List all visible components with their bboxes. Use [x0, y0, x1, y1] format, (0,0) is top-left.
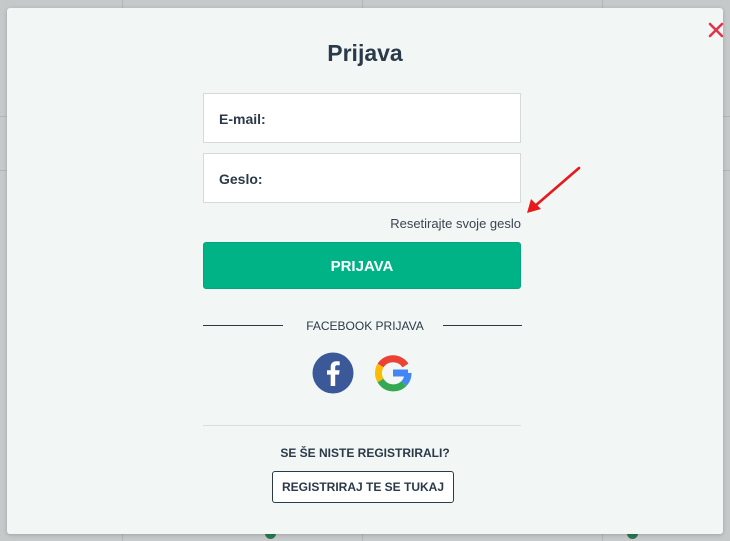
- password-field[interactable]: Geslo:: [203, 153, 521, 203]
- register-button[interactable]: REGISTRIRAJ TE SE TUKAJ: [272, 471, 454, 503]
- red-arrow-icon: [527, 166, 581, 213]
- divider-line-right: [443, 325, 522, 326]
- reset-password-link[interactable]: Resetirajte svoje geslo: [203, 216, 521, 231]
- email-input[interactable]: [272, 104, 516, 134]
- facebook-login-divider-label: FACEBOOK PRIJAVA: [306, 319, 424, 333]
- login-button[interactable]: PRIJAVA: [203, 242, 521, 289]
- facebook-icon: [312, 352, 354, 394]
- close-button[interactable]: [705, 19, 727, 41]
- section-divider: [203, 425, 521, 426]
- login-modal: Prijava E-mail: Geslo: Resetirajte svoje…: [7, 8, 724, 534]
- email-label: E-mail:: [219, 111, 266, 127]
- facebook-login-button[interactable]: [312, 352, 354, 394]
- password-input[interactable]: [272, 164, 516, 194]
- google-icon: [375, 355, 412, 392]
- google-login-button[interactable]: [372, 352, 414, 394]
- modal-title: Prijava: [327, 40, 403, 66]
- email-field[interactable]: E-mail:: [203, 93, 521, 143]
- password-label: Geslo:: [219, 171, 263, 187]
- not-registered-text: SE ŠE NISTE REGISTRIRALI?: [280, 446, 450, 460]
- close-icon: [708, 22, 724, 38]
